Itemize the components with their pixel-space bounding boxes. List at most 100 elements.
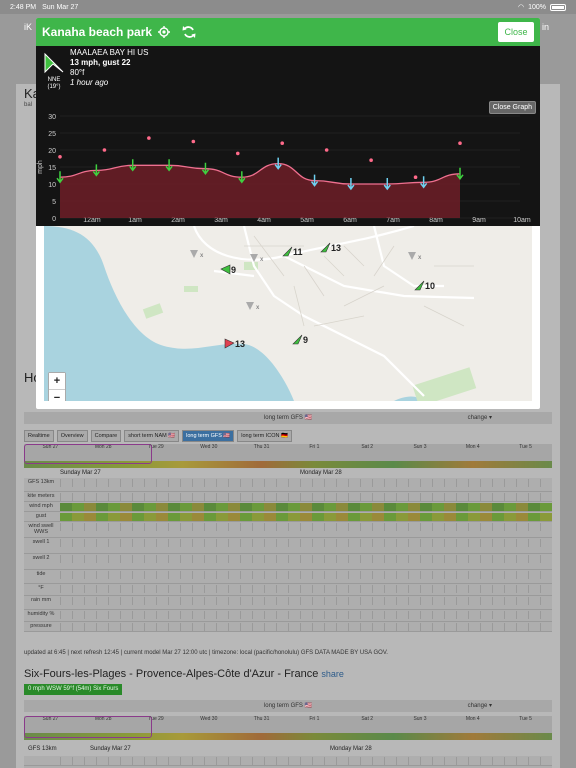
close-button[interactable]: Close [498,22,534,42]
gust-point [369,158,373,162]
wind-marker-label: 9 [231,264,237,275]
tab-realtime[interactable]: Realtime [24,430,54,442]
nodata-marker[interactable]: x [408,252,424,262]
zoom-out-button[interactable]: − [49,389,65,401]
wind-direction: NNE (19°) [42,52,66,91]
status-date: Sun Mar 27 [42,3,79,11]
gust-point [102,148,107,152]
tab-compare[interactable]: Compare [90,430,122,442]
row-label: humidity % [27,611,55,617]
location-2-name: Six-Fours-les-Plages - Provence-Alpes-Cô… [24,668,319,680]
tab-long-term-icon[interactable]: long term ICON 🇩🇪 [237,430,292,442]
wind-graph: 0 5 10 15 20 25 30 mph 12am 1am 2am 3am 4am 5am 6am 7am… [36,46,540,226]
calendar-day[interactable]: Thu 31 [235,444,288,450]
calendar-day[interactable]: Thu 31 [235,716,288,722]
change-dropdown-2[interactable]: change ▾ [468,700,492,712]
row-label: tide [36,571,46,577]
station-temp: 80°f [70,68,85,77]
row-label: swell 2 [32,555,50,561]
calendar-day[interactable]: Tue 5 [499,716,552,722]
calendar-day[interactable]: Wed 30 [182,716,235,722]
calendar-day[interactable]: Tue 5 [499,444,552,450]
svg-text:x: x [200,253,204,259]
wind-marker[interactable]: 9 [292,334,308,345]
wind-marker-label: 10 [425,280,436,291]
y-axis-label: mph [37,160,44,174]
nodata-marker[interactable]: x [246,302,262,312]
zoom-in-button[interactable]: + [49,373,65,389]
x-tick-label: 4am [257,217,271,224]
row-label: °F [38,585,44,591]
x-tick-label: 5am [300,217,314,224]
location-2-wind: 0 mph WSW 59°f (54m) Six Fours [24,684,123,695]
wind-marker[interactable]: 10 [414,280,435,291]
calendar-day[interactable]: Sun 3 [394,444,447,450]
calendar-day[interactable]: Wed 30 [182,444,235,450]
wind-deg-label: (19°) [47,84,61,90]
calendar-day[interactable]: Fri 1 [288,444,341,450]
calendar-day[interactable]: Sun 3 [394,716,447,722]
wind-arrow-icon [44,52,64,74]
row-label: rain mm [31,597,51,603]
svg-text:x: x [256,305,260,311]
share-link[interactable]: share [321,669,344,679]
gust-point [147,136,151,140]
gust-point [324,148,329,152]
wind-marker[interactable]: 9 [220,264,236,275]
nodata-marker[interactable]: x [190,250,206,260]
row-label: gust [35,513,47,519]
calendar-day[interactable]: Fri 1 [288,716,341,722]
x-tick-label: 6am [343,217,357,224]
location-modal: Kanaha beach park Close 0 5 10 15 20 25 30 mph 1… [36,18,540,409]
locate-icon[interactable] [158,26,171,38]
row-label: pressure [30,623,52,629]
calendar-day[interactable]: Sat 2 [341,716,394,722]
svg-text:x: x [418,255,422,261]
x-tick-label: 9am [472,217,486,224]
gust-point [280,141,285,145]
x-tick-label: 10am [513,217,531,224]
gust-point [235,151,240,156]
bg-app-title-right: in [542,22,550,32]
map[interactable]: x x x x 11 13 9 10 13 9 + − [44,226,532,401]
x-tick-label: 1am [128,217,142,224]
tab-overview[interactable]: Overview [56,430,88,442]
row-label: swell 1 [32,539,50,545]
calendar-day[interactable]: Mon 4 [446,444,499,450]
day-header-2: Monday Mar 28 [300,470,342,476]
long-term-bar[interactable]: long term GFS 🇺🇸 change ▾ [24,412,552,424]
x-tick-label: 8am [429,217,443,224]
calendar-day[interactable]: Sat 2 [341,444,394,450]
wind-marker[interactable]: 13 [224,338,245,349]
row-label: kite meters [27,493,55,499]
bg-sub-1: bal [24,102,33,108]
calendar-day[interactable]: Mon 4 [446,716,499,722]
close-graph-button[interactable]: Close Graph [488,101,536,114]
y-tick-label: 15 [48,165,56,172]
refresh-icon[interactable] [182,25,196,39]
tab-long-term-gfs[interactable]: long term GFS 🇺🇸 [182,430,235,442]
station-wind: 13 mph, gust 22 [70,58,131,67]
change-dropdown[interactable]: change ▾ [468,412,492,424]
calendar-selection-2 [24,716,152,738]
forecast-footer: updated at 6:45 | next refresh 12:45 | c… [24,650,388,656]
wind-marker[interactable]: 13 [320,242,341,253]
model-label: GFS 13km [27,479,55,485]
zoom-control: + − [48,372,66,401]
gust-point [58,155,62,159]
wind-marker[interactable]: 11 [282,246,303,257]
x-tick-label: 2am [171,217,185,224]
x-tick-label: 7am [386,217,400,224]
model-tabs: Realtime Overview Compare short term NAM… [24,430,292,442]
y-tick-label: 20 [48,148,56,155]
svg-text:x: x [260,257,264,263]
status-bar: 2:48 PM Sun Mar 27 ◠ 100% [0,0,576,14]
gust-point [191,139,196,144]
tab-short-term-nam[interactable]: short term NAM 🇺🇸 [124,430,180,442]
bg-app-title: iK [24,22,33,32]
calendar-selection [24,444,152,464]
battery-icon [550,3,566,11]
long-term-bar-2[interactable]: long term GFS 🇺🇸 change ▾ [24,700,552,712]
modal-header: Kanaha beach park Close [36,18,540,46]
nodata-marker[interactable]: x [250,254,266,264]
